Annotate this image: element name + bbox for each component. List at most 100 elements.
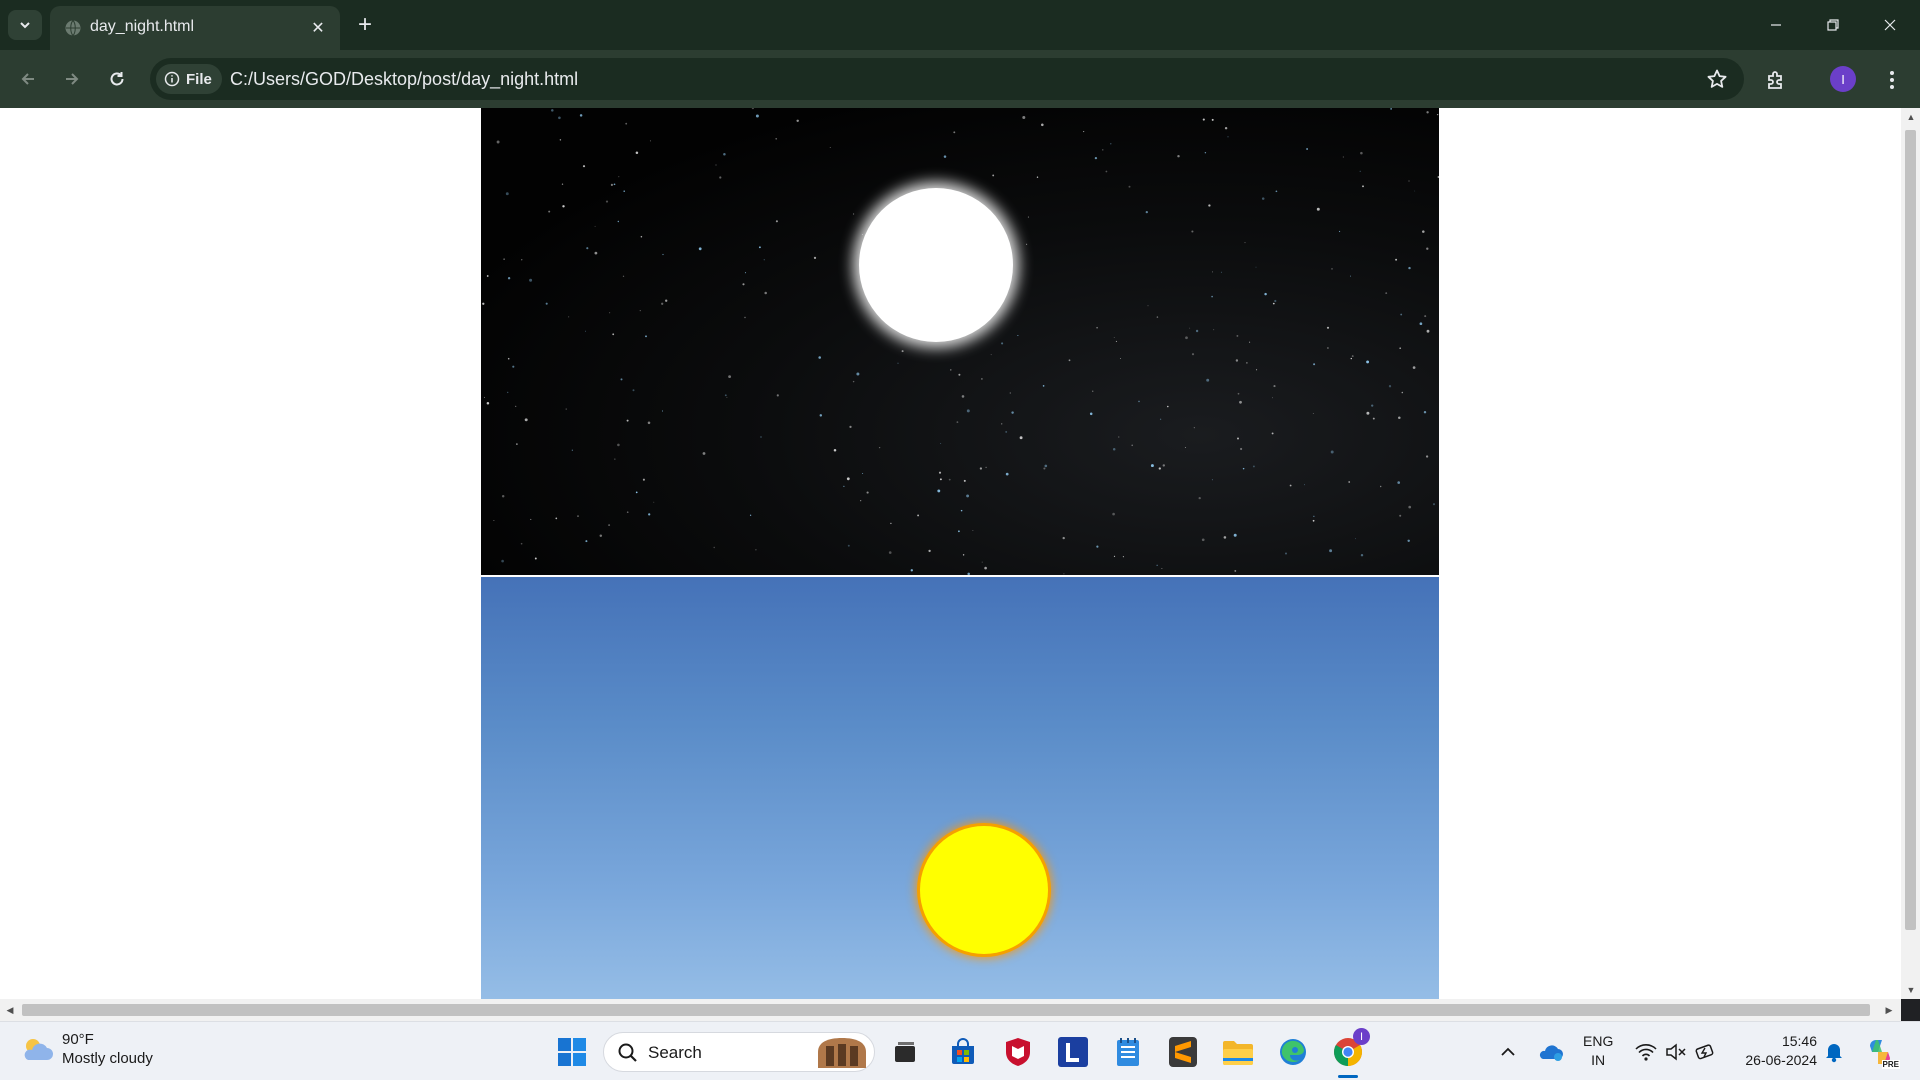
star [622,275,625,277]
star [1042,385,1045,387]
horizontal-scroll-thumb[interactable] [22,1004,1870,1016]
star [901,350,904,353]
new-tab-button[interactable]: + [350,10,380,40]
volume-button[interactable] [1662,1033,1690,1071]
star [742,283,745,286]
star [1159,418,1162,420]
taskbar-search[interactable]: Search [603,1032,875,1072]
address-bar[interactable]: File C:/Users/GOD/Desktop/post/day_night… [150,58,1744,100]
star [1425,455,1429,458]
battery-button[interactable] [1692,1033,1720,1071]
task-view-button[interactable] [886,1033,924,1071]
copilot-button[interactable]: PRE [1860,1033,1900,1071]
star [1407,539,1410,543]
star [1138,400,1140,403]
star [819,414,823,417]
profile-avatar[interactable]: I [1830,66,1856,92]
notepad-button[interactable] [1109,1033,1147,1071]
star [617,220,619,223]
star [1094,156,1098,160]
star [1426,247,1429,250]
star [719,176,722,179]
vertical-scrollbar[interactable]: ▲ ▼ [1901,108,1920,999]
wifi-button[interactable] [1632,1033,1660,1071]
mcafee-button[interactable] [999,1033,1037,1071]
star [1234,569,1237,572]
weather-temperature: 90°F [62,1031,94,1048]
language-indicator[interactable]: ENG IN [1583,1032,1613,1070]
url-text[interactable]: C:/Users/GOD/Desktop/post/day_night.html [230,69,578,90]
clock-time: 15:46 [1781,1033,1817,1049]
star [1202,118,1205,121]
star [1426,329,1430,333]
back-button[interactable] [10,62,46,96]
star [1312,519,1315,522]
star [1110,143,1112,145]
star [507,277,511,280]
star [512,365,515,368]
site-info-button[interactable]: File [156,64,222,94]
star [1414,190,1416,192]
l-app-button[interactable] [1054,1033,1092,1071]
scroll-right-arrow-icon[interactable]: ▶ [1883,1004,1895,1016]
system-clock[interactable]: 15:46 26-06-2024 [1737,1032,1817,1070]
onedrive-icon [1539,1045,1563,1061]
restore-button[interactable] [1805,0,1861,50]
star [878,446,881,449]
extensions-button[interactable] [1760,64,1792,96]
star [963,479,966,482]
tab-search-button[interactable] [8,10,42,40]
minimize-button[interactable] [1748,0,1804,50]
notifications-button[interactable] [1818,1033,1850,1071]
file-explorer-button[interactable] [1219,1033,1257,1071]
star [796,119,799,123]
star [586,247,589,250]
browser-tab[interactable]: day_night.html ✕ [50,6,340,50]
reload-button[interactable] [99,62,135,96]
star [1211,295,1213,298]
pre-badge: PRE [1881,1060,1900,1069]
browser-toolbar: File C:/Users/GOD/Desktop/post/day_night… [0,50,1920,108]
star [1062,536,1065,540]
close-tab-button[interactable]: ✕ [306,16,330,40]
edge-icon [1280,1039,1306,1065]
close-window-button[interactable] [1862,0,1918,50]
vertical-scroll-thumb[interactable] [1905,130,1916,930]
mcafee-icon [1006,1038,1030,1066]
star [1239,400,1242,404]
star [744,272,747,274]
star [1360,151,1363,155]
star [555,517,558,520]
sublime-button[interactable] [1164,1033,1202,1071]
onedrive-button[interactable] [1535,1033,1567,1071]
store-button[interactable] [944,1033,982,1071]
star [910,569,913,572]
star [1224,126,1228,130]
star [1412,366,1416,369]
weather-widget[interactable]: 90°F Mostly cloudy [20,1030,153,1068]
scroll-up-arrow-icon[interactable]: ▲ [1905,111,1917,123]
star [521,259,523,261]
scroll-left-arrow-icon[interactable]: ◀ [4,1004,16,1016]
star [1184,447,1186,448]
show-hidden-icons-button[interactable] [1494,1033,1522,1071]
star [1355,538,1356,540]
forward-button[interactable] [54,62,90,96]
browser-menu-button[interactable] [1880,64,1904,96]
star [1423,410,1427,414]
scroll-down-arrow-icon[interactable]: ▼ [1905,984,1917,996]
star [1348,481,1351,483]
star [1211,271,1214,273]
start-button[interactable] [553,1033,591,1071]
horizontal-scrollbar[interactable]: ◀ ▶ [0,999,1901,1021]
star [966,409,970,413]
chrome-button[interactable]: I [1329,1028,1370,1078]
bookmark-button[interactable] [1704,66,1730,92]
star [1211,479,1213,481]
edge-button[interactable] [1274,1033,1312,1071]
star [1351,355,1354,358]
star [962,554,965,556]
star [1397,481,1401,484]
star [853,213,855,215]
star [1289,484,1292,487]
